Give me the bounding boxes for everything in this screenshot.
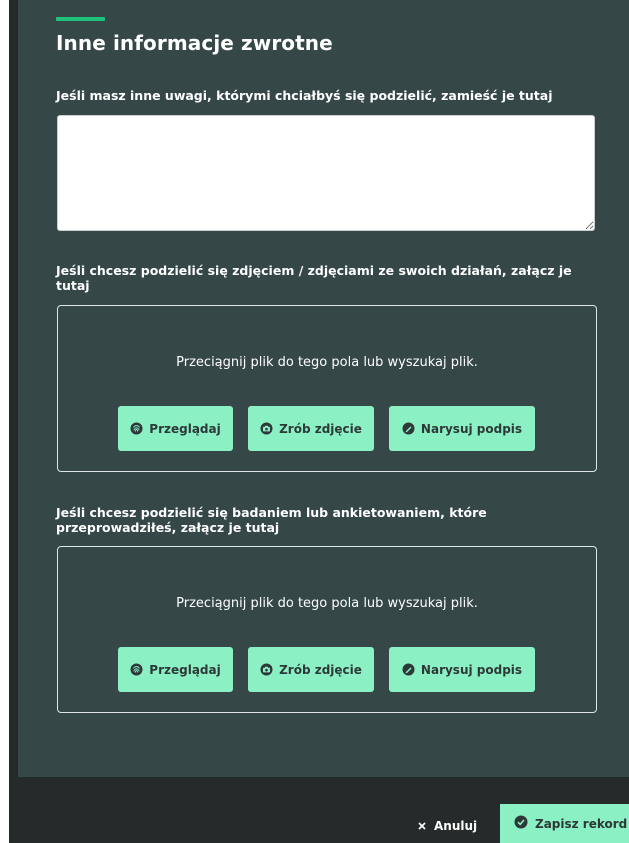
feedback-question-label: Jeśli masz inne uwagi, którymi chciałbyś… bbox=[56, 88, 553, 103]
photos-question-label: Jeśli chcesz podzielić się zdjęciem / zd… bbox=[56, 263, 572, 293]
pen-icon bbox=[402, 663, 415, 676]
photos-draw-signature-label: Narysuj podpis bbox=[420, 421, 523, 436]
fingerprint-icon bbox=[130, 663, 143, 676]
survey-dropzone[interactable]: Przeciągnij plik do tego pola lub wyszuk… bbox=[57, 546, 597, 713]
survey-browse-button[interactable]: Przeglądaj bbox=[118, 647, 233, 692]
camera-icon bbox=[260, 422, 273, 435]
pen-icon bbox=[402, 422, 415, 435]
photos-draw-signature-button[interactable]: Narysuj podpis bbox=[389, 406, 535, 451]
photos-browse-label: Przeglądaj bbox=[149, 421, 221, 436]
camera-icon bbox=[260, 663, 273, 676]
section-accent-bar bbox=[56, 17, 105, 21]
cancel-label: Anuluj bbox=[434, 819, 478, 833]
feedback-textarea[interactable] bbox=[57, 115, 595, 231]
survey-take-photo-label: Zrób zdjęcie bbox=[279, 662, 362, 677]
section-title: Inne informacje zwrotne bbox=[56, 31, 333, 55]
survey-question-label: Jeśli chcesz podzielić się badaniem lub … bbox=[56, 505, 487, 535]
cancel-button[interactable]: Anuluj bbox=[418, 816, 477, 836]
survey-browse-label: Przeglądaj bbox=[149, 662, 221, 677]
survey-draw-signature-label: Narysuj podpis bbox=[420, 662, 523, 677]
save-record-label: Zapisz rekord bbox=[535, 816, 628, 831]
fingerprint-icon bbox=[130, 422, 143, 435]
survey-draw-signature-button[interactable]: Narysuj podpis bbox=[389, 647, 535, 692]
survey-take-photo-button[interactable]: Zrób zdjęcie bbox=[248, 647, 374, 692]
check-circle-icon bbox=[514, 815, 528, 832]
save-record-button[interactable]: Zapisz rekord bbox=[500, 804, 629, 843]
photos-dropzone-text: Przeciągnij plik do tego pola lub wyszuk… bbox=[176, 355, 478, 370]
photos-take-photo-label: Zrób zdjęcie bbox=[279, 421, 362, 436]
photos-dropzone[interactable]: Przeciągnij plik do tego pola lub wyszuk… bbox=[57, 305, 597, 472]
photos-browse-button[interactable]: Przeglądaj bbox=[118, 406, 233, 451]
survey-dropzone-text: Przeciągnij plik do tego pola lub wyszuk… bbox=[176, 596, 478, 611]
photos-take-photo-button[interactable]: Zrób zdjęcie bbox=[248, 406, 374, 451]
close-icon bbox=[418, 819, 426, 833]
